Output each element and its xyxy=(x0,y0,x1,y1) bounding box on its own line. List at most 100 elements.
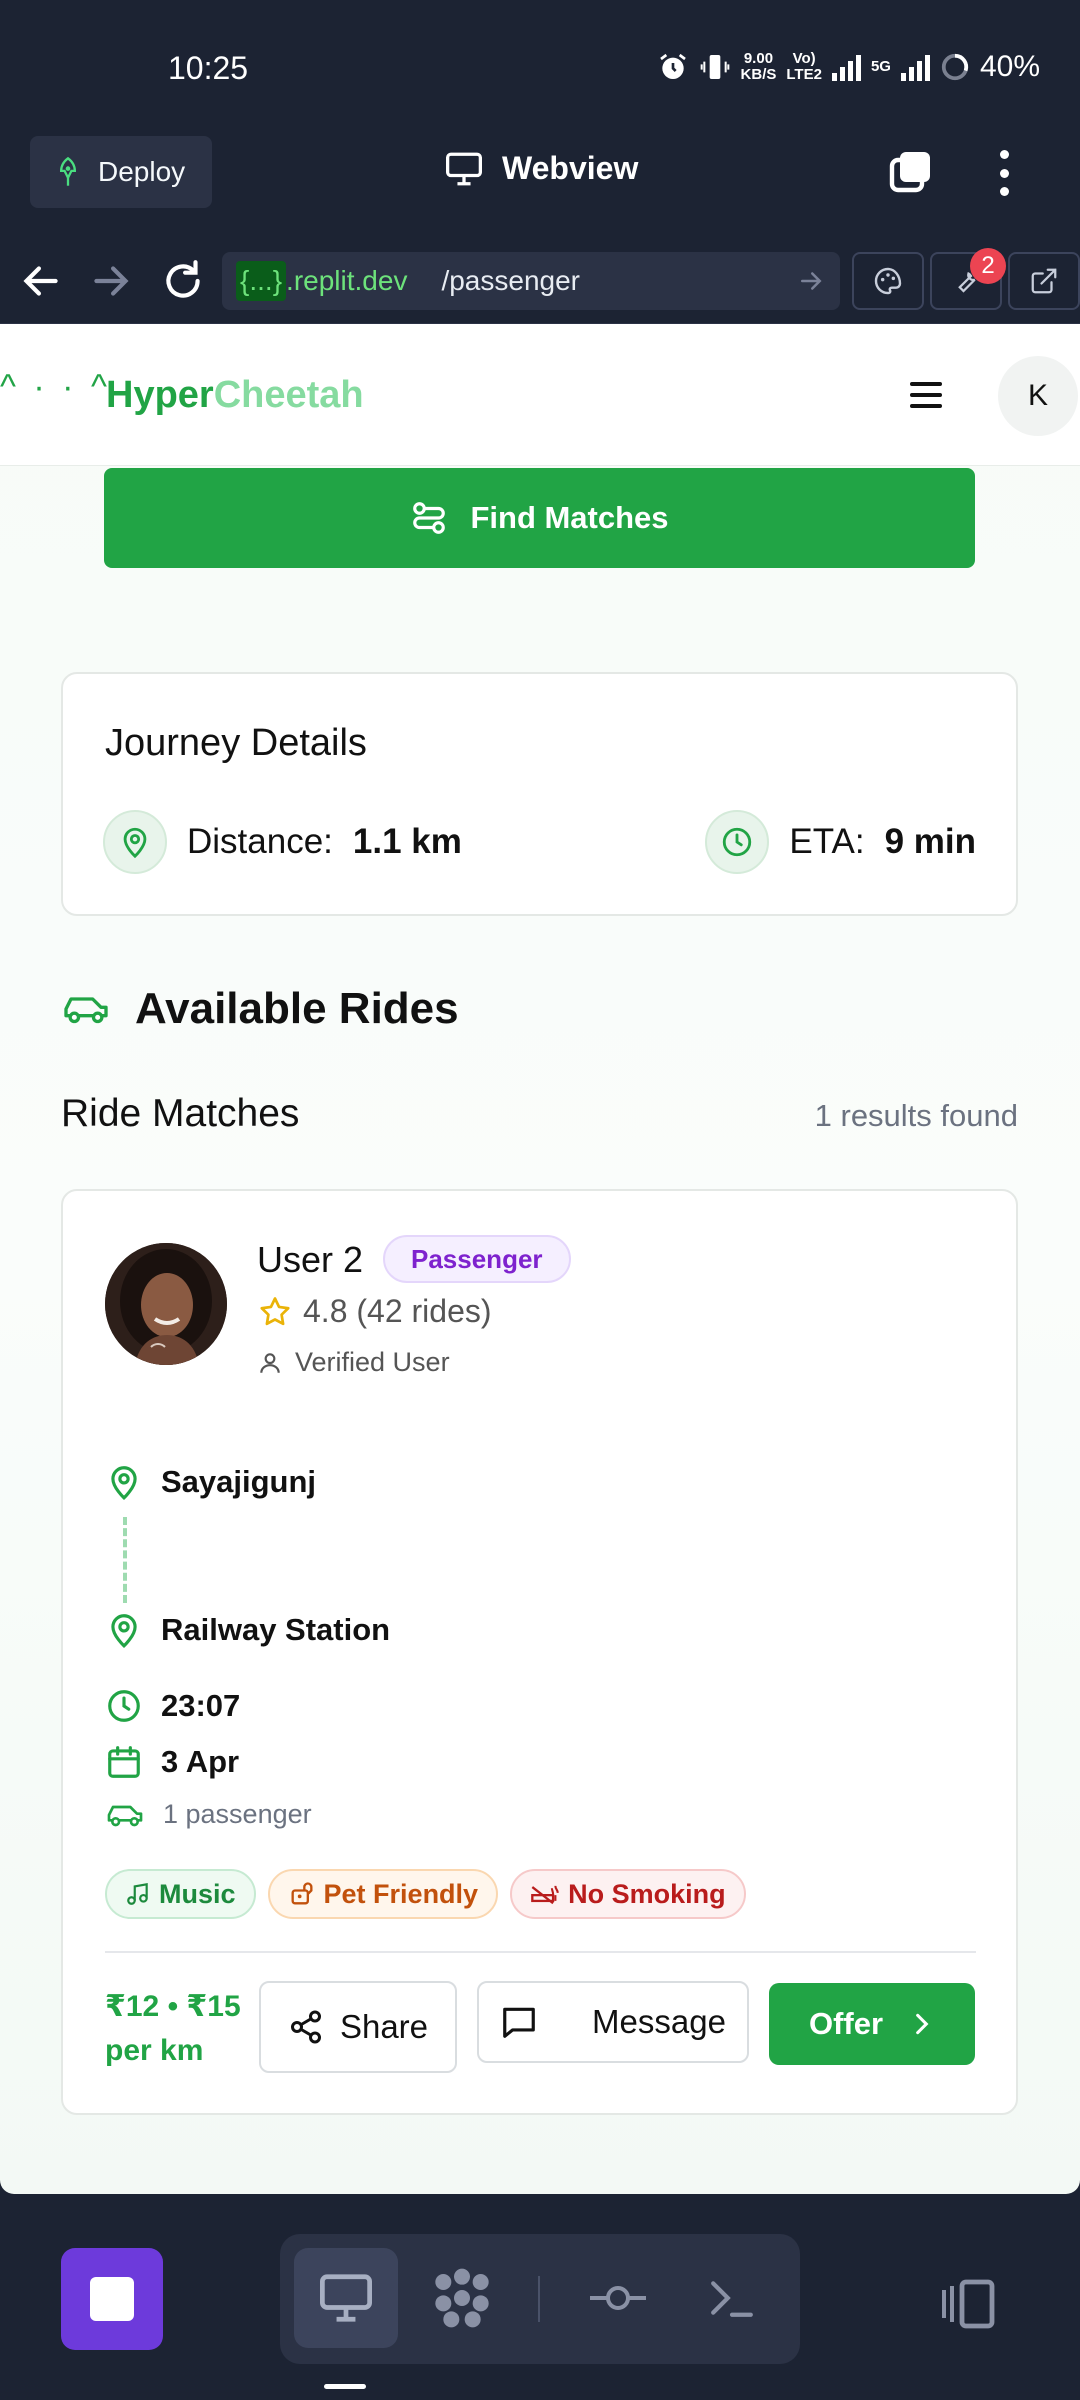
eta-value: 9 min xyxy=(884,822,976,861)
message-label: Message xyxy=(592,2003,726,2040)
message-button[interactable]: Message xyxy=(477,1981,749,2063)
devtools-button[interactable]: 2 xyxy=(930,248,1006,310)
offer-button[interactable]: Offer xyxy=(769,1983,975,2065)
share-button[interactable]: Share xyxy=(259,1981,457,2073)
net-speed: 9.00 KB/S xyxy=(740,50,777,83)
deploy-icon xyxy=(59,156,77,186)
price: ₹12 • ₹15 per km xyxy=(105,1985,241,2073)
url-path: /passenger xyxy=(441,265,580,296)
menu-icon[interactable] xyxy=(910,382,942,408)
url-host: .replit.dev xyxy=(286,265,408,296)
stop-button[interactable] xyxy=(61,2248,163,2350)
dropoff-location: Railway Station xyxy=(161,1612,391,1647)
agent-icon xyxy=(435,2268,489,2328)
distance-label: Distance: xyxy=(187,822,333,861)
webview-tab[interactable]: Webview xyxy=(444,150,638,187)
tag-no-smoking: No Smoking xyxy=(510,1869,746,1919)
verified-status: Verified User xyxy=(257,1347,450,1378)
available-rides-title: Available Rides xyxy=(135,984,459,1033)
webview-page: Journey Details Distance: 1.1 km ETA: 9 … xyxy=(0,324,1080,2194)
brand-logo: ^ · · ^ xyxy=(0,368,111,406)
star-icon xyxy=(260,1296,290,1325)
ride-date: 3 Apr xyxy=(161,1744,240,1779)
user-icon xyxy=(260,1352,280,1373)
user-avatar xyxy=(105,1243,227,1365)
user-name: User 2 xyxy=(257,1239,364,1280)
brand-name[interactable]: HyperCheetah xyxy=(106,374,364,417)
time-row: 23:07 xyxy=(105,1687,240,1725)
results-count: 1 results found xyxy=(814,1098,1018,1133)
reload-icon[interactable] xyxy=(158,256,208,306)
find-matches-label: Find Matches xyxy=(470,500,669,535)
cigarette-off-icon xyxy=(531,1885,559,1905)
notification-badge: 2 xyxy=(970,248,1006,284)
route-icon xyxy=(413,502,446,534)
dog-icon xyxy=(291,1882,313,1905)
webview-pane-button[interactable] xyxy=(294,2248,398,2348)
alarm-icon xyxy=(659,53,686,79)
verified-label: Verified User xyxy=(295,1347,450,1377)
signal-icon xyxy=(831,53,861,81)
ide-toolbar: Deploy Webview xyxy=(0,130,1080,238)
vibrate-icon xyxy=(700,55,729,79)
tag-music: Music xyxy=(105,1869,256,1919)
ride-tags: Music Pet Friendly No Smoking xyxy=(105,1869,746,1919)
signal-icon-2 xyxy=(900,53,930,81)
chevron-right-icon xyxy=(916,2013,929,2035)
tag-pet-friendly: Pet Friendly xyxy=(267,1869,499,1919)
status-time: 10:25 xyxy=(168,50,249,86)
network-type: 5G xyxy=(870,58,891,75)
deploy-button[interactable]: Deploy xyxy=(30,136,212,208)
message-icon xyxy=(503,2007,535,2038)
go-arrow-icon[interactable] xyxy=(796,266,826,296)
webview-label: Webview xyxy=(502,150,639,186)
panel-toggle-icon[interactable] xyxy=(938,2278,998,2330)
find-matches-button[interactable]: Find Matches xyxy=(104,468,975,568)
volte-indicator: Vo) LTE2 xyxy=(786,50,822,83)
tabs-icon[interactable] xyxy=(886,148,934,196)
eta-label: ETA: xyxy=(789,822,865,861)
pane-switcher xyxy=(280,2234,800,2364)
user-rating: 4.8 (42 rides) xyxy=(257,1293,492,1330)
clock-icon xyxy=(108,1690,140,1722)
deploy-label: Deploy xyxy=(98,156,186,187)
dropoff-row: Railway Station xyxy=(105,1611,390,1649)
profile-avatar[interactable]: K xyxy=(998,356,1078,436)
eta-row: ETA: 9 min xyxy=(705,810,976,874)
role-badge: Passenger xyxy=(383,1235,571,1283)
passengers-row: 1 passenger xyxy=(105,1799,312,1830)
open-external-button[interactable] xyxy=(1008,252,1080,310)
distance-row: Distance: 1.1 km xyxy=(103,810,462,874)
status-bar: 10:25 9.00 KB/S Vo) LTE2 5G 40% xyxy=(0,0,1080,130)
map-pin-icon xyxy=(103,810,167,874)
share-label: Share xyxy=(339,2008,429,2045)
battery-ring-icon xyxy=(941,53,969,81)
git-pane-button[interactable] xyxy=(566,2248,670,2348)
clock-icon xyxy=(705,810,770,874)
music-note-icon xyxy=(127,1882,148,1905)
url-input[interactable]: {...} .replit.dev /passenger xyxy=(222,252,840,310)
rating-text: 4.8 (42 rides) xyxy=(303,1293,492,1329)
palette-button[interactable] xyxy=(852,252,924,310)
stop-icon xyxy=(90,2277,134,2321)
calendar-icon xyxy=(108,1746,140,1778)
ride-matches-title: Ride Matches xyxy=(61,1092,300,1135)
map-pin-icon xyxy=(111,1466,137,1500)
monitor-icon xyxy=(446,152,482,185)
more-options-icon[interactable] xyxy=(984,146,1024,200)
back-arrow-icon[interactable] xyxy=(16,256,66,306)
battery-percent: 40% xyxy=(979,50,1040,83)
forward-arrow-icon[interactable] xyxy=(86,256,136,306)
agent-pane-button[interactable] xyxy=(410,2248,514,2348)
passenger-count: 1 passenger xyxy=(163,1799,312,1829)
pickup-row: Sayajigunj xyxy=(105,1463,316,1501)
journey-details-card: Journey Details Distance: 1.1 km ETA: 9 … xyxy=(61,672,1018,916)
distance-value: 1.1 km xyxy=(352,822,462,861)
share-icon xyxy=(290,2010,321,2044)
offer-label: Offer xyxy=(808,2006,884,2041)
shell-pane-button[interactable] xyxy=(680,2248,784,2348)
price-unit: per km xyxy=(105,2034,204,2067)
pickup-location: Sayajigunj xyxy=(161,1464,317,1499)
url-bar: {...} .replit.dev /passenger 2 xyxy=(0,238,1080,324)
palette-icon xyxy=(874,267,902,295)
